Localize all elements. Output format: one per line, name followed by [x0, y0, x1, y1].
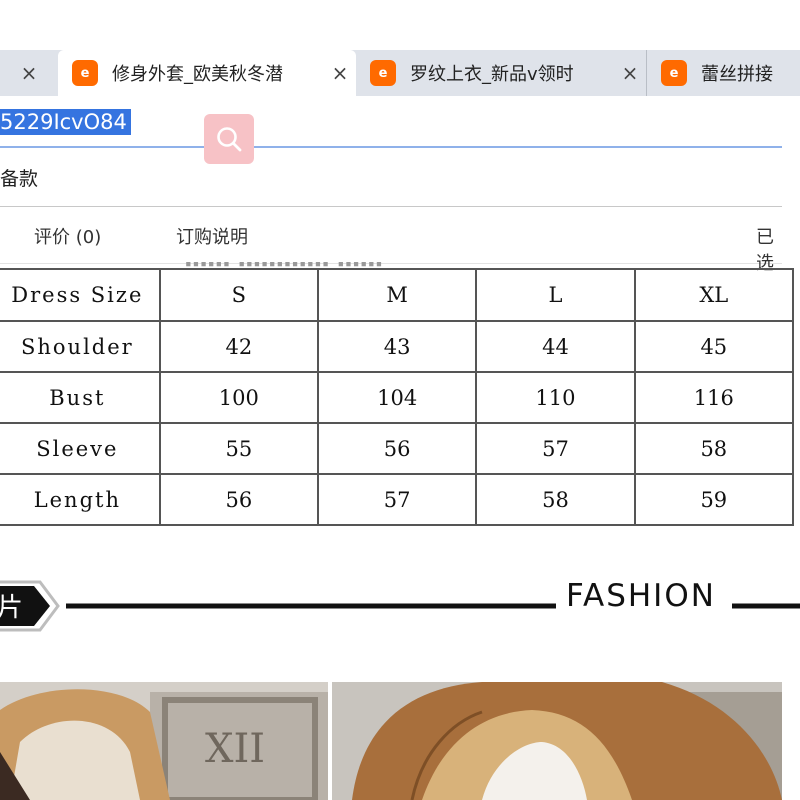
row-label: Sleeve	[0, 422, 161, 475]
table-cell: 55	[158, 422, 320, 475]
table-header-cell: S	[158, 268, 320, 322]
table-cell: 100	[158, 371, 320, 424]
product-detail-tabs: 评价 (0) 订购说明 已选	[0, 206, 782, 274]
product-photo-graphic: XII	[0, 682, 328, 800]
row-label: Shoulder	[0, 320, 161, 373]
tab-reviews[interactable]: 评价 (0)	[34, 223, 101, 249]
section-badge-text: 片	[0, 593, 23, 623]
close-icon[interactable]: ×	[13, 61, 45, 85]
fashion-label: FASHION	[566, 578, 716, 614]
product-photo: XII	[0, 682, 328, 800]
table-cell: 104	[316, 371, 478, 424]
size-chart-table: Dress Size S M L XL Shoulder 42 43 44 45…	[0, 268, 795, 526]
table-header-cell: Dress Size	[0, 268, 161, 322]
close-icon[interactable]: ×	[324, 61, 356, 85]
browser-tab-previous[interactable]: ×	[0, 50, 58, 96]
table-cell: 58	[475, 473, 636, 526]
table-cell: 58	[633, 422, 795, 475]
table-cell: 56	[158, 473, 320, 526]
table-row: Bust 100 104 110 116	[0, 371, 795, 424]
tab-title: 蕾丝拼接	[701, 64, 773, 85]
row-label: Bust	[0, 371, 161, 424]
search-button[interactable]	[204, 114, 254, 164]
table-row: Sleeve 55 56 57 58	[0, 422, 795, 475]
tab-title: 修身外套_欧美秋冬潜	[112, 64, 283, 85]
fashion-section-divider: 片 FASHION	[0, 576, 800, 636]
search-input[interactable]: 5229IcvO84	[0, 96, 782, 148]
product-photo-graphic: XII	[332, 682, 782, 800]
row-label: Length	[0, 473, 161, 526]
table-cell: 110	[475, 371, 636, 424]
table-row: Shoulder 42 43 44 45	[0, 320, 795, 373]
table-cell: 43	[316, 320, 478, 373]
table-header-row: Dress Size S M L XL	[0, 268, 795, 322]
table-cell: 57	[316, 473, 478, 526]
browser-tab[interactable]: e 蕾丝拼接	[646, 50, 800, 96]
browser-tab-bar: × e 修身外套_欧美秋冬潜 × e 罗纹上衣_新品v领时 × e 蕾丝拼接	[0, 50, 800, 96]
tab-title: 罗纹上衣_新品v领时	[410, 64, 574, 85]
table-header-cell: M	[316, 268, 478, 322]
table-header-cell: L	[475, 268, 636, 322]
product-photo: XII	[332, 682, 782, 800]
selected-search-text[interactable]: 5229IcvO84	[0, 109, 131, 135]
close-icon[interactable]: ×	[614, 61, 646, 85]
table-cell: 56	[316, 422, 478, 475]
svg-text:XII: XII	[205, 726, 265, 772]
browser-tab[interactable]: e 罗纹上衣_新品v领时 ×	[356, 50, 646, 96]
alibaba-logo-icon: e	[661, 60, 687, 86]
product-subtitle: 备款	[0, 168, 39, 190]
browser-tab-active[interactable]: e 修身外套_欧美秋冬潜 ×	[58, 50, 356, 96]
alibaba-logo-icon: e	[72, 60, 98, 86]
table-header-cell: XL	[633, 268, 795, 322]
table-cell: 42	[158, 320, 320, 373]
table-cell: 57	[475, 422, 636, 475]
search-icon	[217, 127, 242, 152]
tab-order-instructions[interactable]: 订购说明	[176, 223, 248, 249]
table-row: Length 56 57 58 59	[0, 473, 795, 526]
table-cell: 44	[475, 320, 636, 373]
table-cell: 116	[633, 371, 795, 424]
window-top-strip	[0, 0, 800, 50]
table-cell: 45	[633, 320, 795, 373]
table-cell: 59	[633, 473, 795, 526]
alibaba-logo-icon: e	[370, 60, 396, 86]
